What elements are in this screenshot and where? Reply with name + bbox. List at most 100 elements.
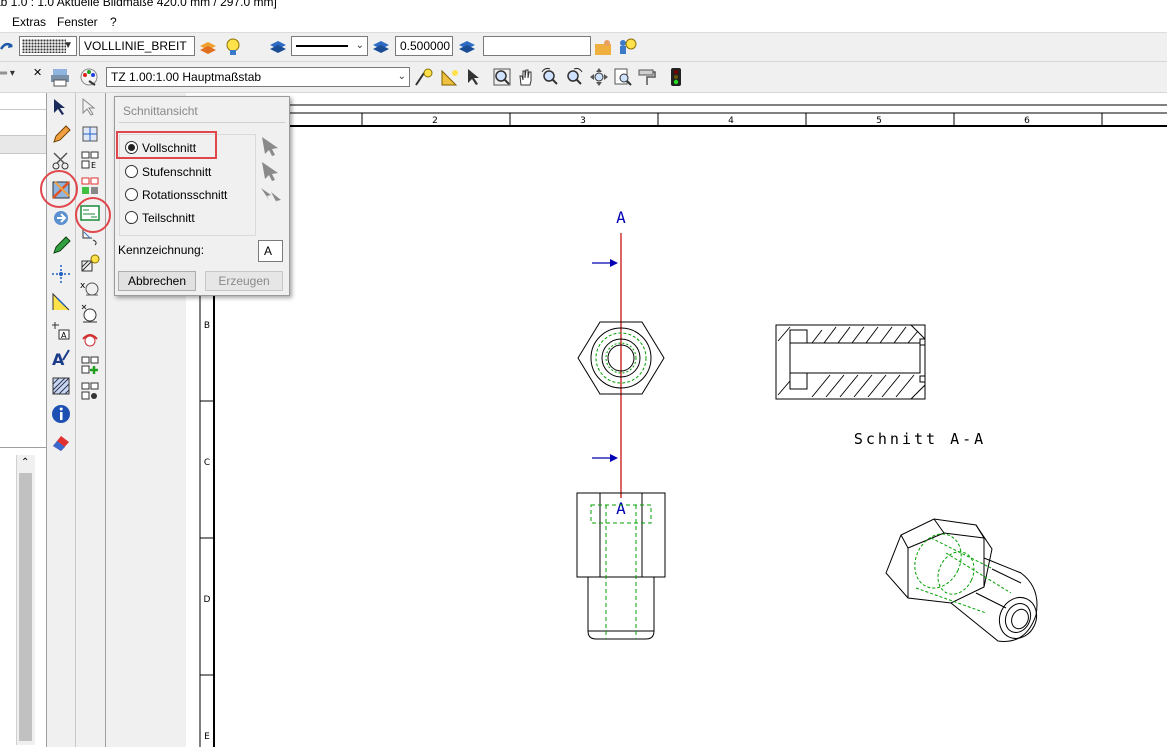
- zoom-window-icon[interactable]: [492, 67, 512, 87]
- printer-icon[interactable]: [50, 67, 70, 87]
- zoom-out-rotate-icon[interactable]: [564, 67, 584, 87]
- dialog-divider: [119, 122, 285, 123]
- line-style-dropdown[interactable]: ⌄: [291, 36, 368, 56]
- redo-icon[interactable]: [0, 37, 14, 57]
- people-bulb-icon[interactable]: [617, 37, 637, 57]
- grid-label-row: C: [204, 458, 210, 468]
- tool-column-secondary: E x: [76, 93, 106, 747]
- eraser-icon[interactable]: [51, 432, 71, 452]
- dialog-title: Schnittansicht: [123, 104, 198, 118]
- section-view-dialog: Schnittansicht Vollschnitt Stufenschnitt…: [114, 96, 290, 296]
- section-marker-top: A: [616, 208, 626, 227]
- weld-symbol-icon[interactable]: [80, 329, 100, 349]
- radio-rotationsschnitt[interactable]: Rotationsschnitt: [125, 186, 227, 204]
- block-add-icon[interactable]: [80, 355, 100, 375]
- block-color-icon[interactable]: [80, 176, 100, 196]
- zoom-all-icon[interactable]: [589, 67, 609, 87]
- layer-weight-icon[interactable]: [457, 37, 477, 57]
- dimension-icon[interactable]: [51, 292, 71, 312]
- scissors-icon[interactable]: [51, 151, 71, 171]
- menu-help[interactable]: ?: [110, 15, 117, 29]
- scale-value: TZ 1.00:1.00 Hauptmaßstab: [111, 70, 262, 84]
- grid-label-col: 5: [876, 116, 882, 126]
- attribute-field[interactable]: [483, 36, 591, 56]
- cursor-scale-icon[interactable]: [464, 67, 484, 87]
- chevron-down-icon: ▼: [63, 40, 73, 51]
- rotate-view-icon[interactable]: [51, 208, 71, 228]
- highlight-ring-detail-tool: [75, 197, 111, 233]
- lightbulb-icon[interactable]: [222, 37, 242, 57]
- pencil-icon[interactable]: [51, 125, 71, 145]
- color-palette-icon[interactable]: [79, 67, 99, 87]
- panel-scrollbar[interactable]: ⌃: [16, 455, 35, 745]
- window-title-bar: ab 1.0 : 1.0 Aktuelle Bildmaße 420.0 mm …: [0, 0, 1167, 12]
- drawing-canvas[interactable]: 1 2 3 4 5 6 B C D E A A: [186, 93, 1167, 747]
- isometric-view[interactable]: [885, 518, 1043, 645]
- section-cursor-step-icon[interactable]: [259, 159, 283, 181]
- toolbar-line-properties: ▼ VOLLLINIE_BREIT ⌄ 0.500000: [0, 33, 1167, 89]
- block-list-icon[interactable]: E: [80, 150, 100, 170]
- grid-label-col: 6: [1024, 116, 1030, 126]
- chevron-down-icon: ⌄: [397, 71, 406, 82]
- triangle-ruler-icon[interactable]: [440, 67, 460, 87]
- green-pencil-icon[interactable]: [51, 236, 71, 256]
- grid-move-icon[interactable]: [80, 124, 100, 144]
- linetype-field[interactable]: VOLLLINIE_BREIT: [79, 36, 195, 56]
- info-icon[interactable]: [51, 404, 71, 424]
- svg-text:x: x: [80, 281, 86, 291]
- pattern-dropdown[interactable]: ▼: [19, 36, 77, 56]
- grid-label-col: 2: [432, 116, 438, 126]
- radio-stufenschnitt[interactable]: Stufenschnitt: [125, 163, 211, 181]
- section-title: Schnitt A-A: [854, 430, 986, 448]
- x-weld-icon[interactable]: x: [80, 279, 100, 299]
- layer-color-icon[interactable]: [268, 37, 288, 57]
- select-arrow-icon[interactable]: [51, 97, 71, 117]
- scrollbar-thumb[interactable]: [19, 473, 32, 741]
- hatch-icon[interactable]: [51, 376, 71, 396]
- section-view-a-a[interactable]: [775, 324, 926, 400]
- svg-text:E: E: [91, 161, 96, 170]
- scroll-up-icon[interactable]: ⌃: [21, 457, 29, 468]
- toolbar-view: ═ ▾ ✕ TZ 1.00:1.00 Hauptmaßstab ⌄: [0, 62, 1167, 93]
- grid-label-col: 4: [728, 116, 734, 126]
- pan-hand-icon[interactable]: [516, 67, 536, 87]
- arrow-head: [610, 454, 618, 462]
- menu-extras[interactable]: Extras: [12, 15, 46, 29]
- snap-points-icon[interactable]: [51, 264, 71, 284]
- block-tool-icon[interactable]: [80, 381, 100, 401]
- folder-people-icon[interactable]: [594, 37, 614, 57]
- circle-cross-icon[interactable]: [80, 303, 100, 323]
- svg-text:A: A: [61, 331, 67, 340]
- scale-dropdown[interactable]: TZ 1.00:1.00 Hauptmaßstab ⌄: [106, 67, 410, 87]
- radio-teilschnitt[interactable]: Teilschnitt: [125, 209, 195, 227]
- section-marker-bottom: A: [616, 499, 626, 518]
- traffic-light-icon[interactable]: [666, 67, 686, 87]
- menu-fenster[interactable]: Fenster: [57, 15, 98, 29]
- scale-bulb-icon[interactable]: [414, 67, 434, 87]
- panel-list-header[interactable]: [0, 135, 46, 154]
- menu-bar: Extras Fenster ?: [0, 12, 1167, 33]
- kennzeichnung-input[interactable]: A: [258, 240, 283, 262]
- cancel-button[interactable]: Abbrechen: [118, 271, 196, 291]
- grid-label-col: 3: [580, 116, 586, 126]
- paint-roller-icon[interactable]: [637, 67, 657, 87]
- zoom-page-icon[interactable]: [613, 67, 633, 87]
- layer-width-icon[interactable]: [371, 37, 391, 57]
- text-attribute-icon[interactable]: A: [51, 320, 71, 340]
- highlight-box-vollschnitt: [116, 131, 217, 159]
- text-edit-icon[interactable]: A: [51, 348, 71, 368]
- panel-divider: [0, 109, 46, 110]
- grid-label-row: B: [204, 321, 210, 331]
- lineweight-field[interactable]: 0.500000: [395, 36, 453, 56]
- panel-close-icon[interactable]: ✕: [33, 66, 42, 79]
- hatch-bulb-icon[interactable]: [80, 253, 100, 273]
- solid-line-sample: [296, 45, 348, 47]
- panel-pin-icon[interactable]: ═ ▾: [0, 68, 15, 79]
- section-cursor-full-icon[interactable]: [259, 134, 283, 156]
- select-arrow-outline-icon[interactable]: [80, 97, 100, 117]
- create-button[interactable]: Erzeugen: [205, 271, 283, 291]
- section-cursor-rotate-icon[interactable]: [259, 184, 283, 206]
- layer-stack-icon[interactable]: [198, 37, 218, 57]
- zoom-in-rotate-icon[interactable]: [540, 67, 560, 87]
- grid-label-row: E: [204, 732, 210, 742]
